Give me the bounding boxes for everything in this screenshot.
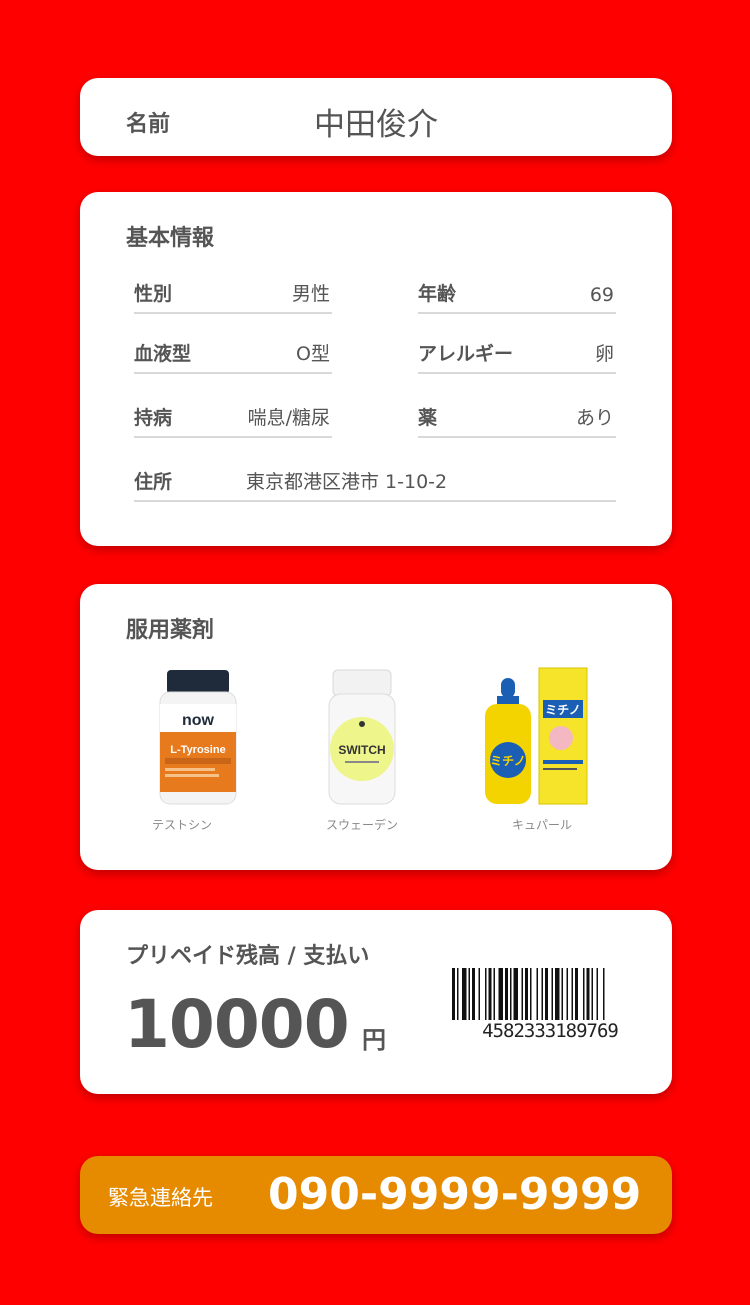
emergency-contact-bar[interactable]: 緊急連絡先 090-9999-9999 [80,1156,672,1234]
age-label: 年齢 [418,283,457,305]
address-field: 住所 東京都港区港市 1-10-2 [134,468,616,502]
medication-name: スウェーデン [325,818,398,832]
medicine-value: あり [575,407,614,429]
svg-text:ミチノ: ミチノ [545,703,581,717]
bottle-label-text: L-Tyrosine [170,744,225,756]
nasal-spray-box-icon: ミチノ ミチノ [485,667,588,805]
supplement-bottle-icon: now L-Tyrosine [159,670,237,805]
medicine-label: 薬 [418,407,438,429]
name-card: 名前 中田俊介 [80,78,672,156]
chronic-disease-field: 持病 喘息/糖尿 [134,404,332,438]
age-field: 年齢 69 [418,280,616,314]
address-label: 住所 [134,471,173,493]
gender-value: 男性 [291,283,330,305]
chronic-disease-label: 持病 [134,407,173,429]
chronic-disease-value: 喘息/糖尿 [247,407,330,429]
basic-info-title: 基本情報 [126,226,215,251]
bottle-label-text: SWITCH [338,743,385,757]
gender-field: 性別 男性 [134,280,332,314]
medication-name: テストシン [151,818,212,832]
medication-name: キュパール [511,818,572,832]
blood-type-label: 血液型 [134,343,192,365]
name-value: 中田俊介 [314,107,438,143]
allergy-field: アレルギー 卵 [418,340,616,374]
medications-card: 服用薬剤 now L-Tyrosine テストシン SWITCH スウェーデン [80,584,672,870]
supplement-bottle-icon: SWITCH [328,669,396,805]
name-label: 名前 [126,112,171,137]
blood-type-field: 血液型 O型 [134,340,332,374]
svg-text:now: now [182,712,215,729]
emergency-label: 緊急連絡先 [108,1186,213,1210]
blood-type-value: O型 [296,343,330,365]
basic-info-card: 基本情報 性別 男性 年齢 69 血液型 O型 アレルギー 卵 持病 喘息/糖尿… [80,192,672,546]
balance-title: プリペイド残高 / 支払い [126,944,370,969]
medications-title: 服用薬剤 [126,618,215,643]
prepaid-balance-card[interactable]: プリペイド残高 / 支払い 10000 円 4582333189769 [80,910,672,1094]
barcode-number: 4582333189769 [482,1020,619,1042]
medicine-field: 薬 あり [418,404,616,438]
bottle-label-text: ミチノ [490,754,526,768]
allergy-value: 卵 [594,343,614,365]
gender-label: 性別 [134,283,173,305]
allergy-label: アレルギー [418,343,514,365]
age-value: 69 [589,284,614,306]
emergency-phone[interactable]: 090-9999-9999 [268,1169,641,1220]
balance-unit: 円 [362,1026,386,1054]
balance-amount: 10000 [124,986,350,1063]
address-value: 東京都港区港市 1-10-2 [246,471,448,493]
